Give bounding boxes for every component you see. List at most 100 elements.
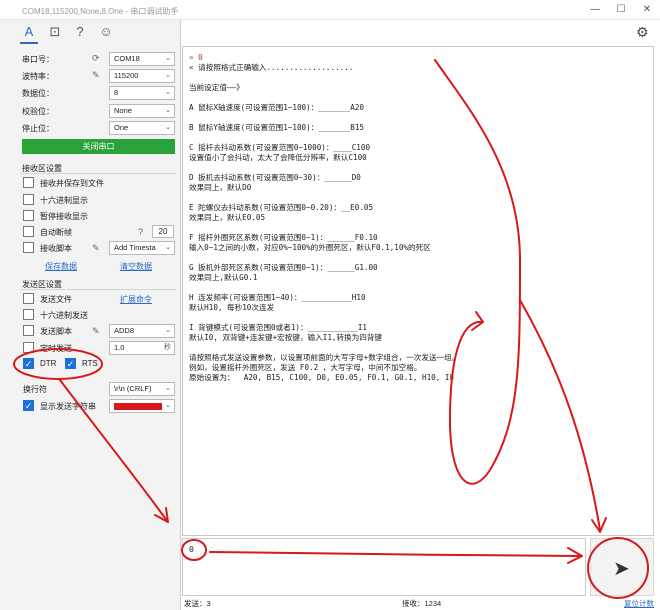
close-button[interactable]: ✕ [638, 3, 656, 17]
rts-checkbox[interactable]: ✓ [65, 358, 76, 369]
send-file-label: 发送文件 [40, 295, 72, 304]
terminal-line: A 鼠标X轴速度(可设置范围1~100)：_______A20 [189, 103, 364, 112]
receive-output-area[interactable]: » 0 « 请按照格式正确输入................... 当前设定值—… [182, 46, 654, 536]
chevron-down-icon: ⌄ [165, 124, 171, 131]
pin-icon[interactable]: ✎ [92, 243, 100, 254]
timed-unit: 秒 [164, 344, 171, 351]
divider [20, 289, 176, 290]
parity-label: 校验位： [22, 107, 54, 116]
baud-value: 115200 [114, 71, 139, 80]
parity-select[interactable]: None ⌄ [109, 104, 175, 118]
baud-select[interactable]: 115200 ⌄ [109, 69, 175, 83]
dtr-checkbox[interactable]: ✓ [23, 358, 34, 369]
terminal-line: 例如，设置摇杆外圈死区，发送 F0.2 ，大写字母，中间不加空格。 [189, 363, 422, 372]
open-port-button[interactable]: 关闭串口 [22, 139, 175, 154]
pause-display-checkbox[interactable] [23, 210, 34, 221]
terminal-line: 效果同上，默认E0.05 [189, 213, 266, 222]
terminal-line: G 扳机外部死区系数(可设置范围0~1)：______G1.00 [189, 263, 378, 272]
dtr-label: DTR [40, 359, 57, 368]
timed-send-checkbox[interactable] [23, 342, 34, 353]
expand-cmd-link[interactable]: 扩展命令 [120, 294, 152, 305]
terminal-line: 原始设置为： A20, B15, C100, D0, E0.05, F0.1, … [189, 373, 455, 382]
font-icon[interactable]: A [21, 24, 37, 40]
terminal-line: 效果同上，默认D0 [189, 183, 252, 192]
chevron-down-icon: ⌄ [165, 55, 171, 62]
active-tab-indicator [20, 42, 38, 44]
save-data-link[interactable]: 保存数据 [45, 261, 77, 272]
baud-row: 波特率： ✎ 115200 ⌄ [0, 68, 181, 84]
stopbits-label: 停止位： [22, 124, 54, 133]
recv-script-value: Add Timesta [114, 243, 156, 252]
send-script-label: 发送脚本 [40, 327, 72, 336]
send-script-checkbox[interactable] [23, 325, 34, 336]
gear-icon[interactable]: ⚙ [636, 24, 649, 41]
help-icon[interactable]: ? [72, 24, 88, 40]
terminal-line: 默认I0, 双背键+连发键+宏按键，输入I1,转换为四背键 [189, 333, 383, 342]
terminal-line: H 连发频率(可设置范围1~40)：___________H10 [189, 293, 366, 302]
send-input-area[interactable]: 0 [182, 538, 586, 596]
newline-value: \r\n (CRLF) [114, 384, 152, 393]
send-file-checkbox[interactable] [23, 293, 34, 304]
stopbits-select[interactable]: One ⌄ [109, 121, 175, 135]
stopbits-row: 停止位： One ⌄ [0, 120, 181, 136]
newline-select[interactable]: \r\n (CRLF) ⌄ [109, 382, 175, 396]
send-script-value: ADD8 [114, 326, 135, 335]
timed-send-input[interactable]: 1.0 秒 [109, 341, 175, 355]
recv-script-select[interactable]: Add Timesta ⌄ [109, 241, 175, 255]
send-script-select[interactable]: ADD8 ⌄ [109, 324, 175, 338]
recv-script-checkbox[interactable] [23, 242, 34, 253]
send-input-value: 0 [189, 545, 194, 554]
send-button[interactable]: ➤ [590, 538, 654, 596]
settings-panel: A ⊡ ? ☺ 串口号： ⟳ COM18 ⌄ 波特率： ✎ 115200 ⌄ 数据位… [0, 20, 181, 610]
divider [20, 173, 176, 174]
databits-select[interactable]: 8 ⌄ [109, 86, 175, 100]
maximize-button[interactable]: ☐ [612, 3, 630, 17]
chart-icon[interactable]: ⊡ [47, 24, 63, 40]
chevron-down-icon: ⌄ [165, 385, 171, 392]
hex-send-label: 十六进制发送 [40, 311, 88, 320]
parity-value: None [114, 106, 132, 115]
port-value: COM18 [114, 54, 140, 63]
terminal-line: D 扳机去抖动系数(可设置范围0~30)：______D0 [189, 173, 361, 182]
port-select[interactable]: COM18 ⌄ [109, 52, 175, 66]
minimize-button[interactable]: — [586, 3, 604, 17]
terminal-line: C 摇杆去抖动系数(可设置范围0~1000)：____C100 [189, 143, 371, 152]
recv-script-label: 接收脚本 [40, 244, 72, 253]
auto-break-label: 自动断帧 [40, 228, 72, 237]
auto-break-checkbox[interactable] [23, 226, 34, 237]
databits-value: 8 [114, 88, 119, 97]
hex-display-checkbox[interactable] [23, 194, 34, 205]
refresh-icon[interactable]: ⟳ [92, 53, 100, 64]
title-bar: COM18,115200,None,8,One - 串口调试助手 — ☐ ✕ [0, 0, 660, 20]
emoji-icon[interactable]: ☺ [98, 24, 114, 40]
chevron-down-icon: ⌄ [165, 244, 171, 251]
hex-send-checkbox[interactable] [23, 309, 34, 320]
timed-send-label: 定时发送 [40, 344, 72, 353]
save-to-file-checkbox[interactable] [23, 177, 34, 188]
terminal-line: 当前设定值——》 [189, 83, 244, 92]
chevron-down-icon: ⌄ [165, 72, 171, 79]
reset-count-link[interactable]: 复位计数 [624, 598, 654, 609]
show-send-string-checkbox[interactable]: ✓ [23, 400, 34, 411]
timed-send-value: 1.0 [114, 343, 125, 352]
databits-label: 数据位： [22, 89, 54, 98]
parity-row: 校验位： None ⌄ [0, 103, 181, 119]
chevron-down-icon: ⌄ [165, 107, 171, 114]
port-label: 串口号： [22, 55, 54, 64]
pin-icon[interactable]: ✎ [92, 326, 100, 337]
pin-icon[interactable]: ✎ [92, 70, 100, 81]
chevron-down-icon: ⌄ [165, 89, 171, 96]
color-swatch [114, 403, 162, 410]
newline-label: 换行符 [23, 385, 47, 394]
clear-data-link[interactable]: 清空数据 [120, 261, 152, 272]
terminal-line: 设置值小了会抖动，太大了会降低分辨率，默认C100 [189, 153, 367, 162]
baud-label: 波特率： [22, 72, 54, 81]
auto-break-input[interactable]: 20 [152, 225, 174, 238]
terminal-line: 输入0~1之间的小数，对应0%~100%的外圈死区，默认F0.1,10%的死区 [189, 243, 431, 252]
help-icon[interactable]: ? [138, 227, 143, 237]
color-select[interactable]: ⌄ [109, 399, 175, 413]
sent-count: 发送：3 [184, 599, 211, 608]
